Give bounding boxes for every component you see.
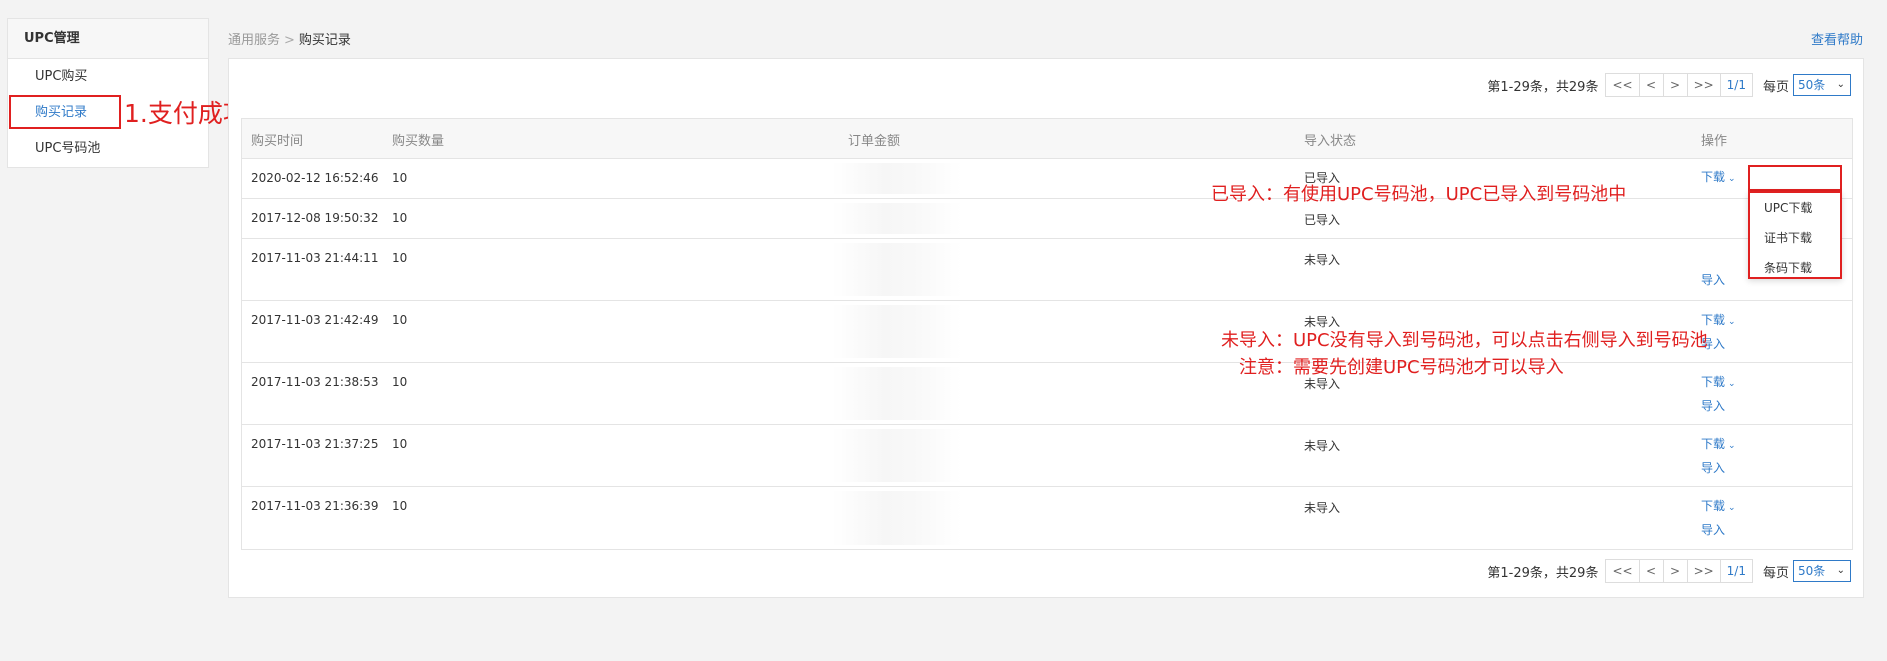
breadcrumb-separator: > — [284, 33, 295, 48]
import-link[interactable]: 导入 — [1701, 519, 1736, 541]
col-header-action: 操作 — [1701, 134, 1728, 149]
import-link[interactable]: 导入 — [1701, 457, 1736, 479]
cell-action: 下载 ⌄ — [1701, 166, 1736, 190]
sidebar-item-upc-purchase[interactable]: UPC购买 — [8, 59, 208, 95]
help-link[interactable]: 查看帮助 — [1811, 29, 1863, 48]
download-link[interactable]: 下载 ⌄ — [1701, 495, 1736, 519]
redacted-amount — [832, 367, 962, 420]
pager-last-button[interactable]: >> — [1686, 73, 1721, 97]
pager-next-button[interactable]: > — [1662, 559, 1688, 583]
pager-last-button[interactable]: >> — [1686, 559, 1721, 583]
redacted-amount — [832, 163, 962, 194]
pager-per-page-label: 每页 — [1762, 79, 1789, 95]
redacted-amount — [832, 203, 962, 234]
annotation-note: 注意：需要先创建UPC号码池才可以导入 — [1239, 357, 1564, 378]
cell-action: 下载 ⌄ 导入 — [1701, 495, 1736, 541]
cell-qty: 10 — [392, 499, 408, 513]
col-header-qty: 购买数量 — [392, 134, 445, 149]
breadcrumb-parent[interactable]: 通用服务 — [228, 33, 280, 48]
import-link[interactable]: 导入 — [1701, 395, 1736, 417]
col-header-amount: 订单金额 — [848, 134, 901, 149]
cell-time: 2017-11-03 21:37:25 — [251, 437, 379, 451]
cell-status: 未导入 — [1304, 253, 1341, 267]
pager-top: 第1-29条，共29条 << < > >> 1/1 每页 50条 ⌄ — [1487, 73, 1851, 97]
download-link[interactable]: 下载 ⌄ — [1701, 170, 1736, 184]
redacted-amount — [832, 429, 962, 482]
pager-first-button[interactable]: << — [1605, 559, 1640, 583]
download-link[interactable]: 下载 ⌄ — [1701, 433, 1736, 457]
table-row: 2017-11-03 21:44:11 10 未导入 导入 — [242, 239, 1852, 301]
cell-qty: 10 — [392, 211, 408, 225]
table-row: 2017-11-03 21:36:39 10 未导入 下载 ⌄ 导入 — [242, 487, 1852, 549]
sidebar: UPC管理 UPC购买 购买记录 UPC号码池 — [7, 18, 209, 168]
menu-item-barcode-download[interactable]: 条码下载 — [1750, 253, 1840, 283]
sidebar-title: UPC管理 — [8, 19, 208, 59]
cell-time: 2017-11-03 21:36:39 — [251, 499, 379, 513]
download-label: 下载 — [1701, 499, 1726, 513]
cell-qty: 10 — [392, 251, 408, 265]
chevron-down-icon: ⌄ — [1836, 79, 1845, 90]
breadcrumb-current: 购买记录 — [298, 33, 351, 48]
per-page-value: 50条 — [1798, 78, 1826, 92]
cell-status: 未导入 — [1304, 439, 1341, 453]
chevron-down-icon: ⌄ — [1836, 565, 1845, 576]
redacted-amount — [832, 243, 962, 296]
annotation-highlight-box — [9, 95, 121, 129]
pager-info: 第1-29条，共29条 — [1487, 79, 1599, 95]
chevron-down-icon: ⌄ — [1728, 441, 1736, 451]
cell-action: 下载 ⌄ 导入 — [1701, 371, 1736, 417]
cell-qty: 10 — [392, 313, 408, 327]
cell-qty: 10 — [392, 375, 408, 389]
cell-status: 未导入 — [1304, 501, 1341, 515]
pager-page-indicator: 1/1 — [1719, 73, 1753, 97]
per-page-select[interactable]: 50条 ⌄ — [1793, 74, 1851, 96]
pager-info: 第1-29条，共29条 — [1487, 565, 1599, 581]
redacted-amount — [832, 491, 962, 545]
pager-bottom: 第1-29条，共29条 << < > >> 1/1 每页 50条 ⌄ — [1487, 559, 1851, 583]
cell-time: 2017-12-08 19:50:32 — [251, 211, 379, 225]
col-header-time: 购买时间 — [251, 134, 304, 149]
menu-item-cert-download[interactable]: 证书下载 — [1750, 223, 1840, 253]
chevron-down-icon: ⌄ — [1728, 503, 1736, 513]
cell-action: 导入 — [1701, 269, 1725, 291]
cell-action: 下载 ⌄ 导入 — [1701, 433, 1736, 479]
table-row: 2017-11-03 21:37:25 10 未导入 下载 ⌄ 导入 — [242, 425, 1852, 487]
breadcrumb: 通用服务 > 购买记录 — [228, 29, 351, 48]
chevron-down-icon: ⌄ — [1728, 174, 1736, 184]
sidebar-item-upc-pool[interactable]: UPC号码池 — [8, 131, 208, 167]
chevron-down-icon: ⌄ — [1728, 379, 1736, 389]
pager-next-button[interactable]: > — [1662, 73, 1688, 97]
download-label: 下载 — [1701, 437, 1726, 451]
table-header: 购买时间 购买数量 订单金额 导入状态 操作 — [242, 119, 1852, 159]
cell-status: 已导入 — [1304, 213, 1341, 227]
download-label: 下载 — [1701, 375, 1726, 389]
table-row: 2017-11-03 21:38:53 10 未导入 下载 ⌄ 导入 — [242, 363, 1852, 425]
cell-qty: 10 — [392, 437, 408, 451]
chevron-down-icon: ⌄ — [1728, 317, 1736, 327]
download-label: 下载 — [1701, 170, 1726, 184]
download-label: 下载 — [1701, 313, 1726, 327]
pager-page-indicator: 1/1 — [1719, 559, 1753, 583]
col-header-status: 导入状态 — [1304, 134, 1357, 149]
cell-qty: 10 — [392, 171, 408, 185]
annotation-note: 未导入：UPC没有导入到号码池，可以点击右侧导入到号码池 — [1221, 330, 1708, 351]
per-page-value: 50条 — [1798, 564, 1826, 578]
annotation-note: 已导入：有使用UPC号码池，UPC已导入到号码池中 — [1211, 184, 1627, 205]
redacted-amount — [832, 305, 962, 358]
pager-prev-button[interactable]: < — [1638, 559, 1664, 583]
pager-first-button[interactable]: << — [1605, 73, 1640, 97]
per-page-select[interactable]: 50条 ⌄ — [1793, 560, 1851, 582]
cell-time: 2017-11-03 21:42:49 — [251, 313, 379, 327]
menu-item-upc-download[interactable]: UPC下载 — [1750, 193, 1840, 223]
cell-time: 2017-11-03 21:38:53 — [251, 375, 379, 389]
import-link[interactable]: 导入 — [1701, 269, 1725, 291]
download-dropdown-menu: UPC下载 证书下载 条码下载 — [1748, 191, 1842, 279]
pager-prev-button[interactable]: < — [1638, 73, 1664, 97]
cell-time: 2020-02-12 16:52:46 — [251, 171, 379, 185]
pager-per-page-label: 每页 — [1762, 565, 1789, 581]
annotation-highlight-box — [1748, 165, 1842, 191]
cell-time: 2017-11-03 21:44:11 — [251, 251, 379, 265]
download-link[interactable]: 下载 ⌄ — [1701, 371, 1736, 395]
